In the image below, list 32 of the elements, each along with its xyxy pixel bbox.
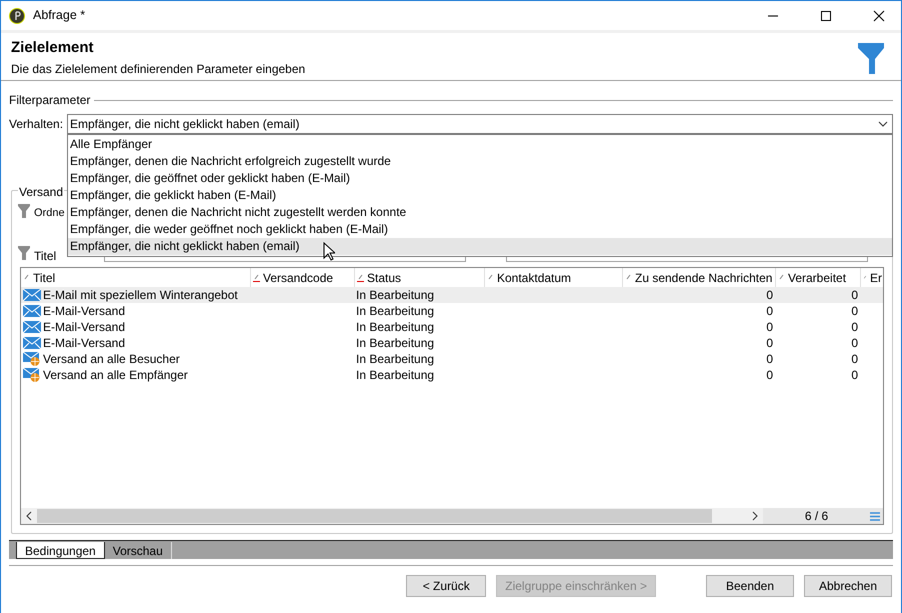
table-cell: 0	[851, 336, 858, 350]
table-cell: 0	[851, 320, 858, 334]
window-title: Abfrage *	[33, 7, 86, 24]
filter-label: Ordne	[34, 206, 65, 221]
table-cell: 0	[766, 368, 773, 382]
table-cell: 0	[851, 368, 858, 382]
table-cell: 0	[851, 352, 858, 366]
table-cell-text: E-Mail-Versand	[43, 319, 126, 336]
table-cell: In Bearbeitung	[356, 320, 434, 334]
table-cell-text: Versand an alle Besucher	[43, 351, 180, 368]
filter-label: Titel	[34, 248, 56, 265]
table-cell: 0	[766, 304, 773, 318]
table-cell-text: E-Mail-Versand	[43, 335, 126, 352]
table-cell: 0	[851, 288, 858, 302]
table-cell: 0	[766, 336, 773, 350]
table-cell: In Bearbeitung	[356, 368, 434, 382]
table-cell: In Bearbeitung	[356, 304, 434, 318]
table-cell: In Bearbeitung	[356, 288, 434, 302]
table-cell-text: E-Mail mit speziellem Winterangebot	[43, 287, 238, 304]
table-cell: 0	[851, 304, 858, 318]
table-cell-text: E-Mail-Versand	[43, 303, 126, 320]
table-cell: 0	[766, 352, 773, 366]
table-cell: 0	[766, 320, 773, 334]
table-cell: In Bearbeitung	[356, 352, 434, 366]
table-cell-text: Versand an alle Empfänger	[43, 367, 188, 384]
page-subtitle: Die das Zielelement definierenden Parameter eingeben	[11, 61, 306, 78]
group-legend: Filterparameter	[9, 91, 90, 109]
field-label: Verhalten:	[9, 116, 64, 133]
page-title: Zielelement	[11, 39, 95, 57]
table-cell: In Bearbeitung	[356, 336, 434, 350]
row-count: 6 / 6	[804, 508, 830, 525]
table-cell: 0	[766, 288, 773, 302]
